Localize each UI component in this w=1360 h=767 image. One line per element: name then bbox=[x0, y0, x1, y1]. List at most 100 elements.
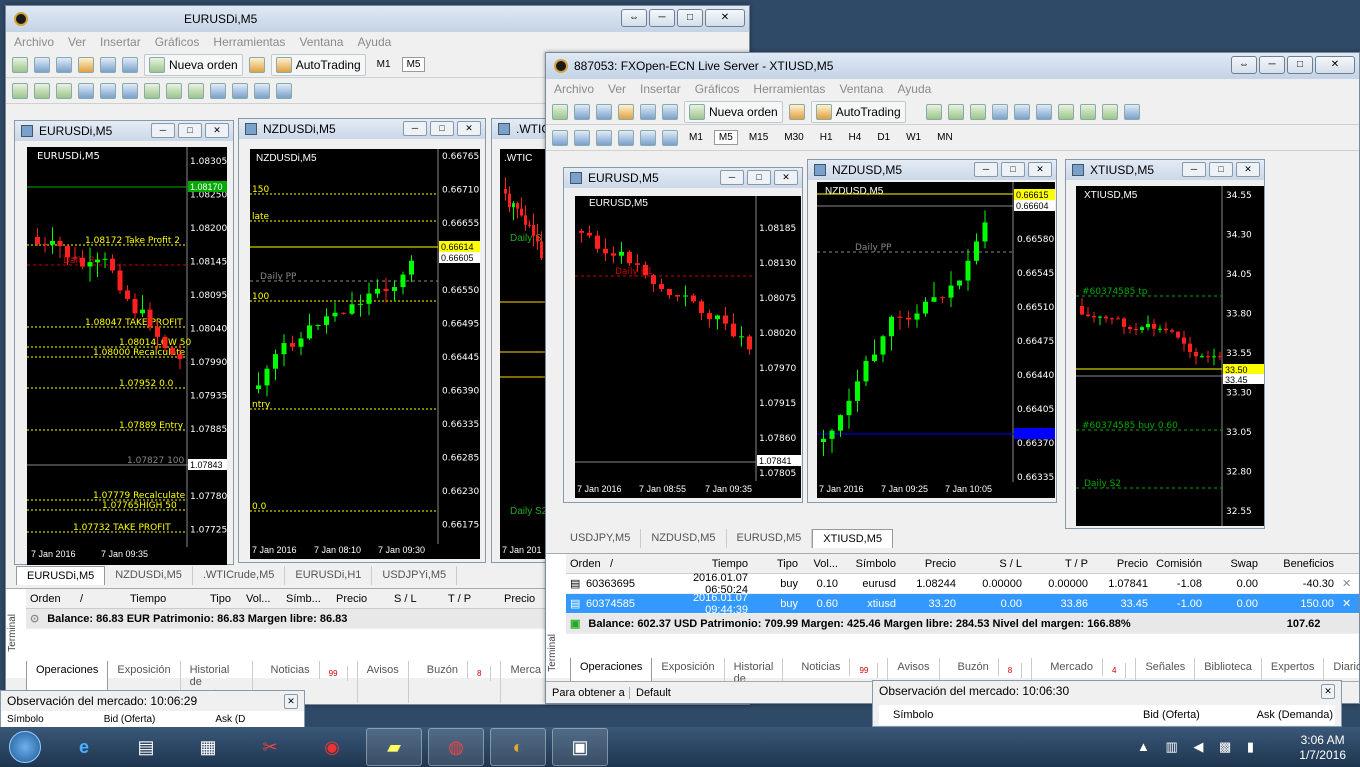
col-sl[interactable]: S / L bbox=[390, 593, 444, 605]
chart-titlebar[interactable]: NZDUSDi,M5 ─ □ ✕ bbox=[239, 119, 485, 139]
chart-window-eurusd[interactable]: EURUSD,M5 ─ □ ✕ EURUSD,M5 1.08185 1.08130 1.… bbox=[563, 167, 803, 503]
tf-m15[interactable]: M15 bbox=[744, 130, 773, 145]
price-chart[interactable]: XTIUSD,M5 34.55 34.30 34.05 33.80 33.55 33.30… bbox=[1076, 186, 1264, 526]
chart-window-nzdusdi[interactable]: NZDUSDi,M5 ─ □ ✕ NZDUSDi,M5 0.66765 0.66710… bbox=[238, 118, 486, 563]
chart-window-wtic[interactable]: .WTIC .WTIC Daily S Daily S2 7 Jan 201 bbox=[491, 118, 552, 563]
restore-icon[interactable]: ⇔ bbox=[621, 9, 647, 27]
col-volumen[interactable]: Vol... bbox=[802, 558, 842, 570]
tile-icon[interactable] bbox=[122, 82, 138, 99]
tf-m5[interactable]: M5 bbox=[401, 57, 426, 72]
chart-shift-icon[interactable] bbox=[166, 82, 182, 99]
autotrading-button[interactable]: AutoTrading bbox=[810, 100, 906, 123]
close-button[interactable]: ✕ bbox=[1315, 56, 1355, 74]
snipping-tool-icon[interactable]: ✂ bbox=[242, 728, 298, 766]
menu-herramientas[interactable]: Herramientas bbox=[753, 82, 825, 96]
col-tiempo[interactable]: Tiempo bbox=[646, 558, 752, 570]
menu-ayuda[interactable]: Ayuda bbox=[357, 35, 391, 49]
zoom-in-icon[interactable] bbox=[991, 103, 1008, 120]
order-row[interactable]: ▤ 60374585 2016.01.07 09:44:39 buy 0.60 xtius… bbox=[566, 592, 1359, 616]
minimize-button[interactable]: ─ bbox=[1259, 56, 1285, 74]
close-button[interactable]: ✕ bbox=[284, 694, 298, 709]
expert-icon[interactable] bbox=[788, 103, 805, 120]
col-ask[interactable]: Ask (D bbox=[215, 714, 245, 725]
minimize-button[interactable]: ─ bbox=[649, 9, 675, 27]
new-order-button[interactable]: Nueva orden bbox=[684, 100, 783, 123]
periods-icon[interactable] bbox=[1123, 103, 1140, 120]
close-order-icon[interactable]: ✕ bbox=[1338, 577, 1355, 590]
maximize-button[interactable]: □ bbox=[178, 123, 202, 138]
chart-window-nzdusd[interactable]: NZDUSD,M5 ─□✕ NZDUSD,M5 0.66615 0.66580 0.… bbox=[807, 159, 1057, 503]
line-chart-icon[interactable] bbox=[56, 82, 72, 99]
col-tiempo[interactable]: Tiempo bbox=[126, 593, 206, 605]
internet-explorer-icon[interactable]: e bbox=[56, 728, 112, 766]
navigator-icon[interactable] bbox=[78, 56, 94, 73]
col-bid[interactable]: Bid (Oferta) bbox=[104, 714, 156, 725]
menu-ver[interactable]: Ver bbox=[608, 82, 626, 96]
chart-tab[interactable]: EURUSDi,M5 bbox=[16, 566, 106, 585]
zoom-out-icon[interactable] bbox=[1013, 103, 1030, 120]
close-button[interactable]: ✕ bbox=[457, 121, 481, 136]
profiles-icon[interactable] bbox=[34, 56, 50, 73]
menu-archivo[interactable]: Archivo bbox=[14, 35, 54, 49]
minimize-button[interactable]: ─ bbox=[720, 170, 744, 185]
maximize-button[interactable]: □ bbox=[1001, 162, 1025, 177]
maximize-button[interactable]: □ bbox=[1287, 56, 1313, 74]
col-orden[interactable]: Orden bbox=[566, 558, 606, 570]
col-beneficios[interactable]: Beneficios bbox=[1262, 558, 1338, 570]
calculator-icon[interactable]: ▦ bbox=[180, 728, 236, 766]
tf-m5[interactable]: M5 bbox=[713, 130, 738, 145]
start-button[interactable] bbox=[0, 728, 50, 766]
price-chart[interactable]: NZDUSD,M5 0.66615 0.66580 0.66545 0.66510 0.… bbox=[817, 182, 1055, 498]
col-simbolo[interactable]: Símbolo bbox=[842, 558, 900, 570]
tf-mn[interactable]: MN bbox=[932, 130, 958, 145]
tab-avisos[interactable]: Avisos bbox=[358, 661, 409, 703]
menu-ventana[interactable]: Ventana bbox=[299, 35, 343, 49]
col-precio-actual[interactable]: Precio bbox=[500, 593, 540, 605]
col-simbolo[interactable]: Símbolo bbox=[893, 709, 1143, 721]
close-button[interactable]: ✕ bbox=[705, 9, 745, 27]
tf-h4[interactable]: H4 bbox=[844, 130, 867, 145]
trendline-icon[interactable] bbox=[640, 129, 656, 146]
market-watch-window[interactable]: Observación del mercado: 10:06:29 ✕ Símbo… bbox=[0, 690, 305, 727]
app-shield-icon[interactable]: ◉ bbox=[304, 728, 360, 766]
tf-m30[interactable]: M30 bbox=[779, 130, 808, 145]
col-tipo[interactable]: Tipo bbox=[752, 558, 802, 570]
chart-titlebar[interactable]: EURUSDi,M5 ─ □ ✕ bbox=[15, 121, 233, 141]
price-chart[interactable]: NZDUSDi,M5 0.667650.667100.666550.666050… bbox=[250, 149, 480, 559]
col-simbolo[interactable]: Símb... bbox=[282, 593, 332, 605]
tab-mercado[interactable]: Merca bbox=[501, 661, 551, 703]
menu-insertar[interactable]: Insertar bbox=[640, 82, 681, 96]
menu-ventana[interactable]: Ventana bbox=[839, 82, 883, 96]
terminal-icon[interactable] bbox=[662, 103, 678, 120]
metatrader-icon[interactable]: ◐ bbox=[490, 728, 546, 766]
chart-tab[interactable]: XTIUSD,M5 bbox=[812, 529, 893, 548]
templates-icon[interactable] bbox=[232, 82, 248, 99]
tf-h1[interactable]: H1 bbox=[815, 130, 838, 145]
maximize-button[interactable]: □ bbox=[747, 170, 771, 185]
chart-tab[interactable]: NZDUSD,M5 bbox=[641, 529, 727, 548]
autoscroll-icon[interactable] bbox=[144, 82, 160, 99]
cursor-icon[interactable] bbox=[552, 129, 568, 146]
menu-insertar[interactable]: Insertar bbox=[100, 35, 141, 49]
maximize-button[interactable]: □ bbox=[677, 9, 703, 27]
crosshair-icon[interactable] bbox=[276, 82, 292, 99]
new-order-button[interactable]: Nueva orden bbox=[144, 53, 243, 76]
new-chart-icon[interactable] bbox=[552, 103, 568, 120]
crosshair-icon[interactable] bbox=[574, 129, 590, 146]
close-order-icon[interactable]: ✕ bbox=[1338, 597, 1355, 610]
close-button[interactable]: ✕ bbox=[205, 123, 229, 138]
chart-titlebar[interactable]: EURUSD,M5 ─ □ ✕ bbox=[564, 168, 802, 188]
market-watch-icon[interactable] bbox=[596, 103, 612, 120]
horizontal-line-icon[interactable] bbox=[618, 129, 634, 146]
chart-window-xtiusd[interactable]: XTIUSD,M5 ─ □ ✕ XTIUSD,M5 34.55 34.30 34.05 3… bbox=[1065, 159, 1265, 529]
chart-tab[interactable]: EURUSDi,H1 bbox=[285, 566, 373, 585]
profiles-icon[interactable] bbox=[574, 103, 590, 120]
chart-tab[interactable]: USDJPYi,M5 bbox=[372, 566, 458, 585]
terminal-icon[interactable] bbox=[122, 56, 138, 73]
market-watch-titlebar[interactable]: Observación del mercado: 10:06:29 ✕ bbox=[1, 691, 304, 711]
balance-row[interactable]: ⊙ Balance: 86.83 EUR Patrimonio: 86.83 M… bbox=[26, 609, 551, 629]
menu-archivo[interactable]: Archivo bbox=[554, 82, 594, 96]
file-explorer-icon[interactable]: ▤ bbox=[118, 728, 174, 766]
col-bid[interactable]: Bid (Oferta) bbox=[1143, 709, 1223, 721]
minimize-button[interactable]: ─ bbox=[974, 162, 998, 177]
